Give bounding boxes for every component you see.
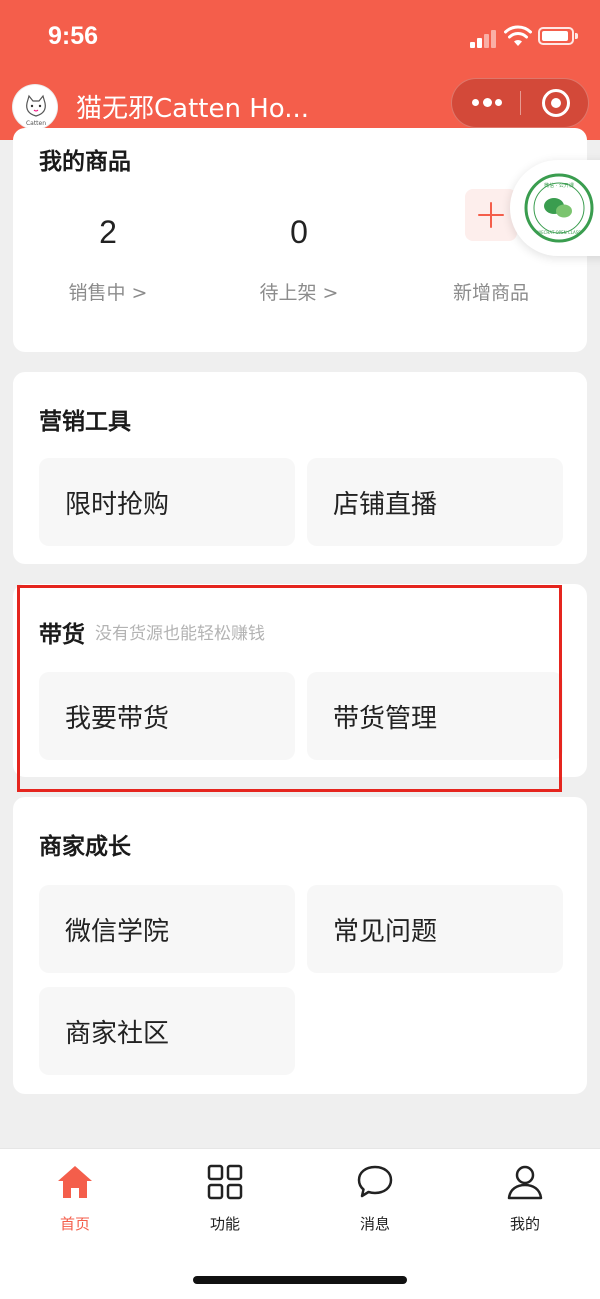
battery-icon [538,27,578,45]
store-live-tile[interactable]: 店铺直播 [307,458,563,546]
top-header: 9:56 Catten 猫无邪Catten Ho... [0,0,600,140]
badge-top-text: 微信 · 公开课 [544,182,574,189]
signal-icon [470,28,498,48]
chat-bubble-icon [357,1165,393,1198]
merchant-community-tile[interactable]: 商家社区 [39,987,295,1075]
cat-logo-icon: Catten [14,86,57,129]
wechat-open-class-icon: 微信 · 公开课 WECHAT OPEN CLASS [524,173,594,243]
tab-home-label: 首页 [59,1215,90,1233]
faq-tile[interactable]: 常见问题 [307,885,563,973]
home-indicator[interactable] [193,1276,407,1284]
mini-program-capsule [451,78,589,128]
app-title: 猫无邪Catten Ho... [76,94,310,124]
close-mini-program-button[interactable] [522,79,588,127]
wechat-academy-tile[interactable]: 微信学院 [39,885,295,973]
tab-home[interactable]: 首页 [15,1163,135,1243]
tab-functions[interactable]: 功能 [165,1163,285,1243]
highlight-annotation-box [17,585,562,792]
my-products-card: 我的商品 2 销售中 > 0 待上架 > 新增商品 [13,128,587,352]
merchant-growth-card: 商家成长 微信学院 常见问题 商家社区 [13,797,587,1094]
more-button[interactable] [452,79,520,127]
capsule-divider [520,91,521,115]
marketing-tools-title: 营销工具 [39,409,131,435]
tab-me[interactable]: 我的 [465,1163,585,1243]
tab-messages[interactable]: 消息 [315,1163,435,1243]
my-products-title: 我的商品 [39,149,131,175]
target-icon [542,89,570,117]
user-icon [507,1165,543,1200]
home-icon [58,1166,92,1198]
merchant-growth-title: 商家成长 [39,834,131,860]
status-time: 9:56 [48,22,99,50]
on-sale-count: 2 [99,214,117,250]
wechat-open-class-badge[interactable]: 微信 · 公开课 WECHAT OPEN CLASS [510,160,600,256]
on-sale-link[interactable]: 销售中 > [28,278,188,305]
flash-sale-tile[interactable]: 限时抢购 [39,458,295,546]
add-product-button[interactable] [465,189,517,241]
grid-icon [207,1164,243,1200]
more-dots-icon [472,98,502,107]
tab-functions-label: 功能 [209,1215,240,1233]
tab-messages-label: 消息 [359,1215,390,1233]
wifi-icon [504,25,532,46]
tab-me-label: 我的 [509,1215,540,1233]
add-product-label[interactable]: 新增商品 [411,278,571,305]
pending-count: 0 [290,214,308,250]
shop-avatar[interactable]: Catten [12,84,58,130]
marketing-tools-card: 营销工具 限时抢购 店铺直播 [13,372,587,564]
pending-link[interactable]: 待上架 > [219,278,379,305]
avatar-caption: Catten [26,120,46,127]
badge-bottom-text: WECHAT OPEN CLASS [537,230,581,235]
